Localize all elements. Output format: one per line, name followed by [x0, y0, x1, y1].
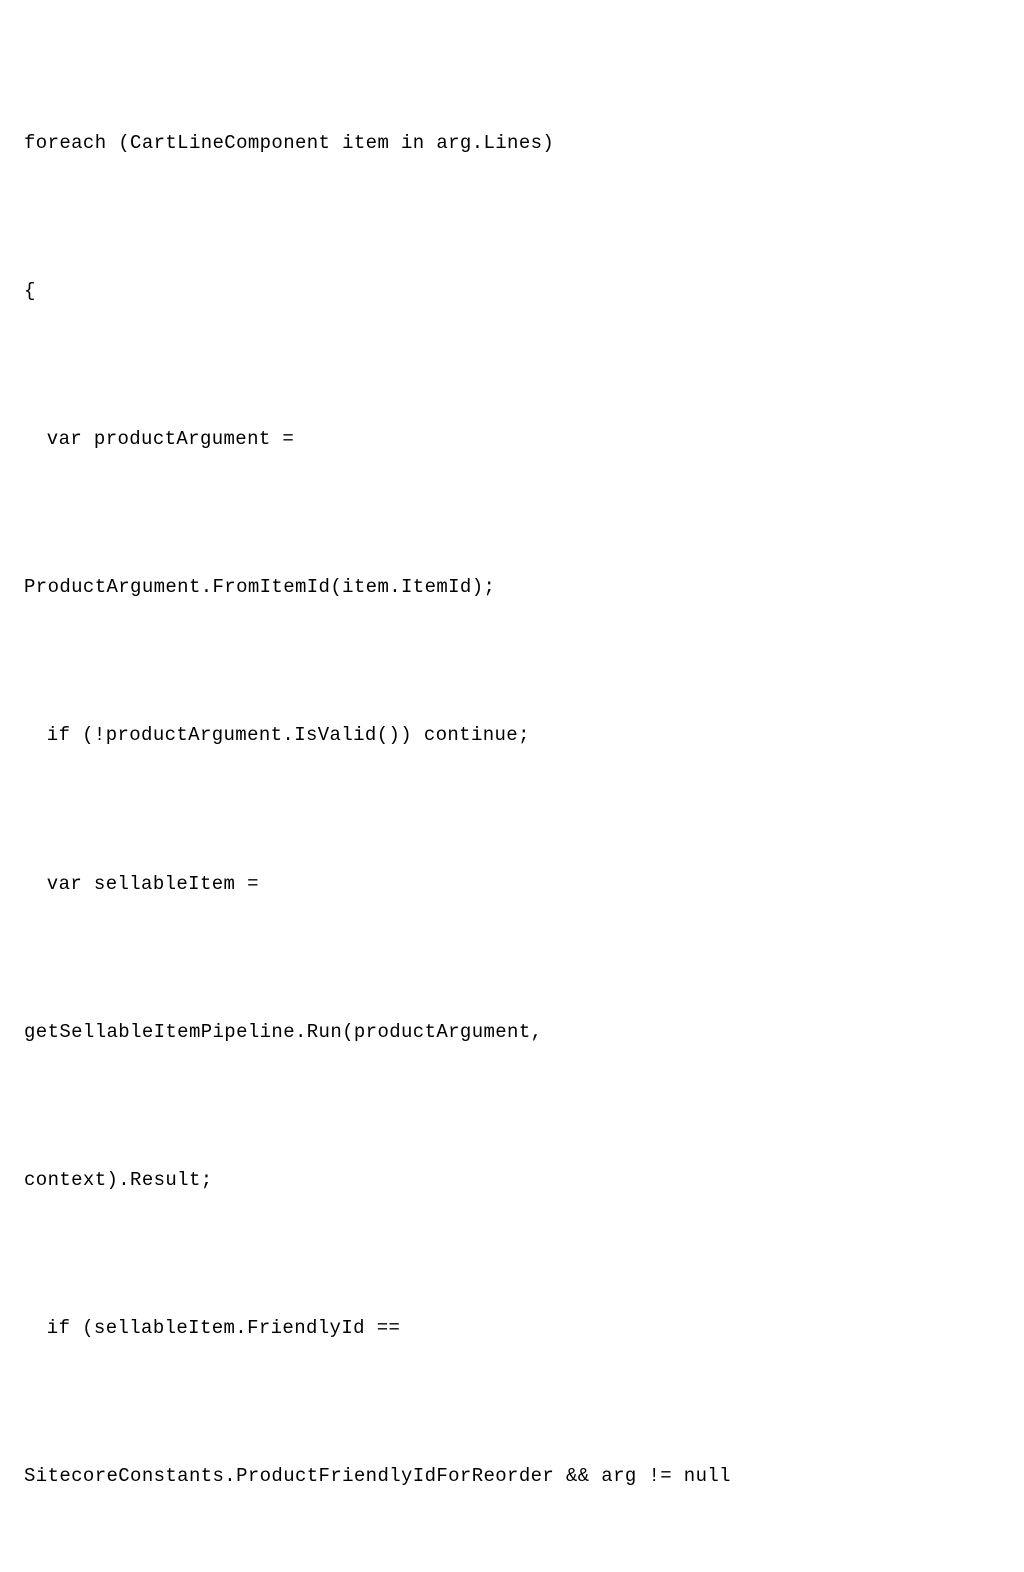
code-line: var sellableItem =: [24, 860, 1000, 909]
code-line: {: [24, 267, 1000, 316]
code-line: if (!productArgument.IsValid()) continue…: [24, 711, 1000, 760]
code-line: context).Result;: [24, 1156, 1000, 1205]
code-block: foreach (CartLineComponent item in arg.L…: [24, 20, 1000, 1572]
code-line: var productArgument =: [24, 415, 1000, 464]
code-line: if (sellableItem.FriendlyId ==: [24, 1304, 1000, 1353]
code-line: foreach (CartLineComponent item in arg.L…: [24, 119, 1000, 168]
code-line: getSellableItemPipeline.Run(productArgum…: [24, 1008, 1000, 1057]
code-line: ProductArgument.FromItemId(item.ItemId);: [24, 563, 1000, 612]
code-line: SitecoreConstants.ProductFriendlyIdForRe…: [24, 1452, 1000, 1501]
